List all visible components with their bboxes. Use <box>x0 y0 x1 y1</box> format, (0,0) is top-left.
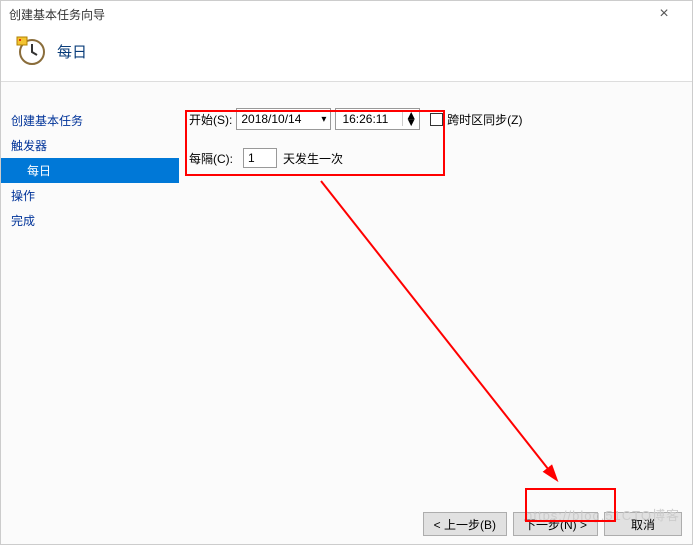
start-label: 开始(S): <box>189 111 232 128</box>
sidebar-item-create[interactable]: 创建基本任务 <box>1 108 179 133</box>
time-value: 16:26:11 <box>342 112 388 126</box>
chevron-down-icon[interactable]: ▾ <box>321 114 326 125</box>
timezone-sync-label: 跨时区同步(Z) <box>447 111 522 128</box>
sidebar-item-daily[interactable]: 每日 <box>1 158 179 183</box>
timezone-sync-checkbox[interactable]: 跨时区同步(Z) <box>430 111 522 128</box>
back-button[interactable]: < 上一步(B) <box>423 512 507 536</box>
sidebar-item-action[interactable]: 操作 <box>1 183 179 208</box>
close-icon[interactable]: × <box>644 5 684 23</box>
time-spinner[interactable]: ▲▼ <box>402 112 417 126</box>
time-input[interactable]: 16:26:11 ▲▼ <box>335 108 420 130</box>
interval-input[interactable]: 1 <box>243 148 277 168</box>
date-value: 2018/10/14 <box>241 112 301 126</box>
interval-suffix: 天发生一次 <box>283 150 343 167</box>
clock-icon <box>15 35 47 67</box>
wizard-steps: 创建基本任务 触发器 每日 操作 完成 <box>1 82 179 505</box>
window-title: 创建基本任务向导 <box>9 6 644 23</box>
next-button[interactable]: 下一步(N) > <box>513 512 598 536</box>
sidebar-item-trigger[interactable]: 触发器 <box>1 133 179 158</box>
cancel-button[interactable]: 取消 <box>604 512 682 536</box>
page-title: 每日 <box>57 41 87 62</box>
checkbox-icon <box>430 113 443 126</box>
interval-label: 每隔(C): <box>189 150 233 167</box>
sidebar-item-finish[interactable]: 完成 <box>1 208 179 233</box>
date-input[interactable]: 2018/10/14 ▾ <box>236 108 331 130</box>
